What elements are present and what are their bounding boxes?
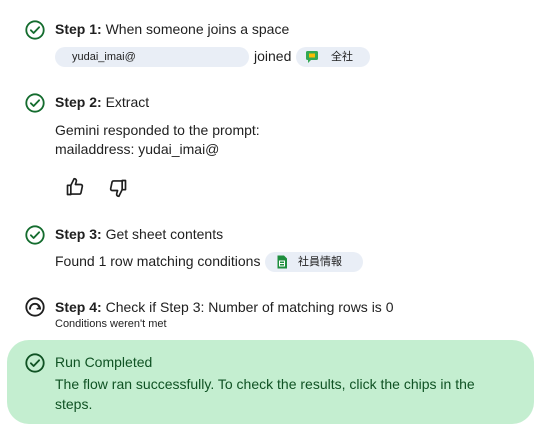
- sheet-chip[interactable]: 社員情報: [265, 252, 363, 272]
- space-chip[interactable]: 全社: [296, 47, 370, 67]
- user-chip-label: yudai_imai@: [72, 51, 136, 63]
- run-completed-message: The flow ran successfully. To check the …: [55, 376, 475, 412]
- gemini-response-line-1: Gemini responded to the prompt:: [55, 122, 260, 138]
- condition-gauge-icon: [25, 297, 45, 317]
- joined-text: joined: [254, 48, 292, 64]
- step-1-text: When someone joins a space: [105, 21, 290, 37]
- run-completed-title: Run Completed: [55, 354, 153, 370]
- google-sheets-icon: [277, 255, 287, 269]
- check-circle-icon: [25, 353, 45, 373]
- condition-note: Conditions weren't met: [55, 318, 167, 330]
- google-chat-icon: [306, 51, 318, 63]
- step-3-title: Step 3: Get sheet contents: [55, 225, 223, 243]
- space-chip-label: 全社: [331, 51, 353, 63]
- thumbs-down-icon[interactable]: [108, 178, 128, 198]
- step-1-label: Step 1:: [55, 21, 102, 37]
- step-2-text: Extract: [105, 94, 150, 110]
- user-chip[interactable]: yudai_imai@: [55, 47, 249, 67]
- step-3-text: Get sheet contents: [105, 226, 224, 242]
- check-circle-icon: [25, 93, 45, 113]
- step-4-text: Check if Step 3: Number of matching rows…: [105, 299, 394, 315]
- sheet-chip-label: 社員情報: [298, 256, 342, 268]
- step-1-title: Step 1: When someone joins a space: [55, 20, 289, 38]
- gemini-response-line-2: mailaddress: yudai_imai@: [55, 141, 220, 157]
- check-circle-icon: [25, 20, 45, 40]
- step-4-label: Step 4:: [55, 299, 102, 315]
- step-4-title: Step 4: Check if Step 3: Number of match…: [55, 298, 393, 316]
- step-2-label: Step 2:: [55, 94, 102, 110]
- check-circle-icon: [25, 225, 45, 245]
- sheet-result-text: Found 1 row matching conditions: [55, 253, 261, 269]
- thumbs-up-icon[interactable]: [65, 177, 85, 197]
- step-2-title: Step 2: Extract: [55, 93, 149, 111]
- step-3-label: Step 3:: [55, 226, 102, 242]
